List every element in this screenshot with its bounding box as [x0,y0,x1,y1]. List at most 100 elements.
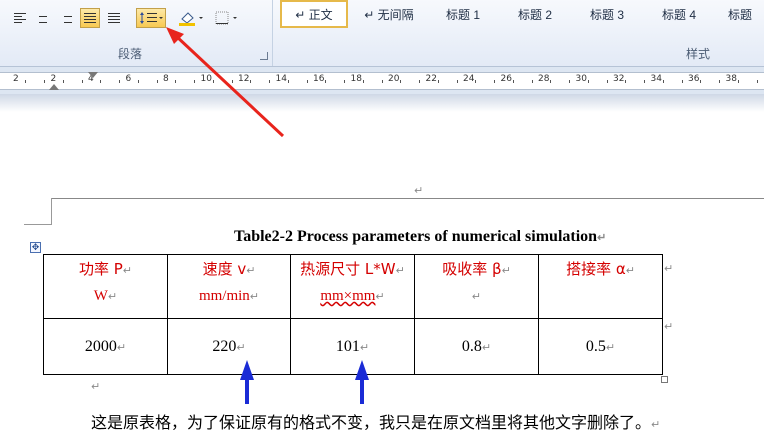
table-caption: Table2-2 Process parameters of numerical… [234,228,606,246]
justify-icon [84,13,96,23]
ruler-tick [269,80,271,83]
ruler-tick [606,80,608,83]
style-heading-4[interactable]: 标题 4 [644,0,714,28]
ruler-tick [437,80,439,83]
border-button[interactable] [212,8,242,28]
ruler-tick [156,80,158,83]
shading-icon [179,12,203,26]
align-center-button[interactable] [33,8,53,28]
header-power-unit: W [93,288,108,304]
value-absorptivity: 0.8 [461,337,482,355]
ruler-tick [419,80,421,83]
ruler-tick [325,80,327,83]
line-spacing-button[interactable] [136,8,166,28]
table-header-cell[interactable]: 速度 v↵ mm/min↵ [167,254,291,319]
ruler-tick [137,80,139,83]
ruler-tick [719,80,721,83]
paragraph-mark: ↵ [625,264,635,277]
style-heading-3-label: 标题 3 [589,7,624,22]
table-resize-handle[interactable] [661,376,668,383]
shading-button[interactable] [176,8,206,28]
first-line-indent-marker[interactable] [88,72,98,78]
table-cell[interactable]: 220↵ [167,318,291,375]
horizontal-ruler[interactable]: 2 2 4 6 8 10 12 14 16 18 20 22 24 26 28 30 32 34 36 38 [0,72,764,90]
ruler-tick [512,80,514,83]
ruler-number: 12 [238,74,250,84]
table-row: 2000↵ 220↵ 101↵ 0.8↵ 0.5↵ [43,318,663,375]
ruler-number: 36 [688,74,700,84]
ruler-tick [625,80,627,83]
header-power: 功率 P [78,260,123,278]
styles-group-label: 样式 [686,47,711,61]
table-header-cell[interactable]: 功率 P↵ W↵ [43,254,168,319]
style-heading-1[interactable]: 标题 1 [428,0,498,28]
align-right-icon [60,13,72,23]
ruler-number: 14 [275,74,287,84]
style-heading-3[interactable]: 标题 3 [572,0,642,28]
ruler-tick [194,80,196,83]
ruler-tick [550,80,552,83]
table-header-cell[interactable]: 热源尺寸 L*W↵ mm×mm↵ [290,254,415,319]
note-text: 这是原表格，为了保证原有的格式不变，我只是在原文档里将其他文字删除了。↵ [91,409,660,433]
table-move-handle[interactable]: ✥ [30,242,41,253]
ruler-tick [306,80,308,83]
ruler-number: 38 [725,74,737,84]
justify-button[interactable] [80,8,100,28]
style-heading-2[interactable]: 标题 2 [500,0,570,28]
paragraph-mark: ↵ [236,341,246,354]
ruler-tick [400,80,402,83]
ruler-number: 2 [50,74,57,84]
paragraph-mark: ↵ [481,341,492,354]
ruler-number: 32 [613,74,625,84]
table-header-cell[interactable]: 吸收率 β↵ ↵ [414,254,539,319]
table-cell[interactable]: 101↵ [290,318,415,375]
ruler-tick [81,80,83,83]
ruler-number: 28 [538,74,550,84]
table-cell[interactable]: 0.5↵ [538,318,663,375]
ruler-tick [344,80,346,83]
ruler-tick [44,80,46,83]
distributed-button[interactable] [104,8,124,28]
border-icon [215,11,237,25]
style-title-label: 标题 [727,7,752,22]
left-indent-marker[interactable] [49,84,59,90]
paragraph-mark: ↵ [605,341,616,354]
line-spacing-icon [140,12,163,24]
paragraph-mark: ↵ [91,381,101,393]
align-center-icon [37,13,49,23]
align-right-button[interactable] [56,8,76,28]
table-cell[interactable]: 2000↵ [43,318,168,375]
header-heat-source-unit: mm×mm [320,288,376,304]
ruler-number: 16 [313,74,325,84]
table-header-cell[interactable]: 搭接率 α↵ [538,254,663,319]
ruler-number: 20 [388,74,400,84]
style-heading-2-label: 标题 2 [517,7,552,22]
ruler-number: 8 [163,74,169,84]
ruler-tick [175,80,177,83]
style-normal[interactable]: ↵ 正文 [280,0,348,28]
ruler-tick [100,80,102,83]
paragraph-dialog-launcher[interactable] [260,52,268,60]
ruler-tick [681,80,683,83]
ruler-number: 6 [125,74,132,84]
style-title[interactable]: 标题 [716,0,764,28]
ruler-number: 24 [463,74,475,84]
ruler-tick [531,80,533,83]
align-left-icon [14,13,26,23]
paragraph-mark: ↵ [246,264,256,277]
paragraph-mark: ↵ [116,341,127,354]
header-heat-source-size: 热源尺寸 L*W [300,260,396,278]
ruler-number: 2 [13,74,19,84]
style-no-spacing[interactable]: ↵ 无间隔 [354,0,424,28]
style-heading-4-label: 标题 4 [661,7,696,22]
ruler-shadow [0,94,764,112]
table-cell[interactable]: 0.8↵ [414,318,539,375]
value-power: 2000 [84,337,117,355]
ruler-tick [119,80,121,83]
ruler-tick [62,80,64,83]
align-left-button[interactable] [10,8,30,28]
paragraph-mark: ↵ [107,291,118,303]
ruler-tick [494,80,496,83]
paragraph-mark: ↵ [597,232,607,244]
parameters-table: 功率 P↵ W↵ 速度 v↵ mm/min↵ 热源尺寸 L*W↵ mm×mm↵ … [43,254,663,375]
